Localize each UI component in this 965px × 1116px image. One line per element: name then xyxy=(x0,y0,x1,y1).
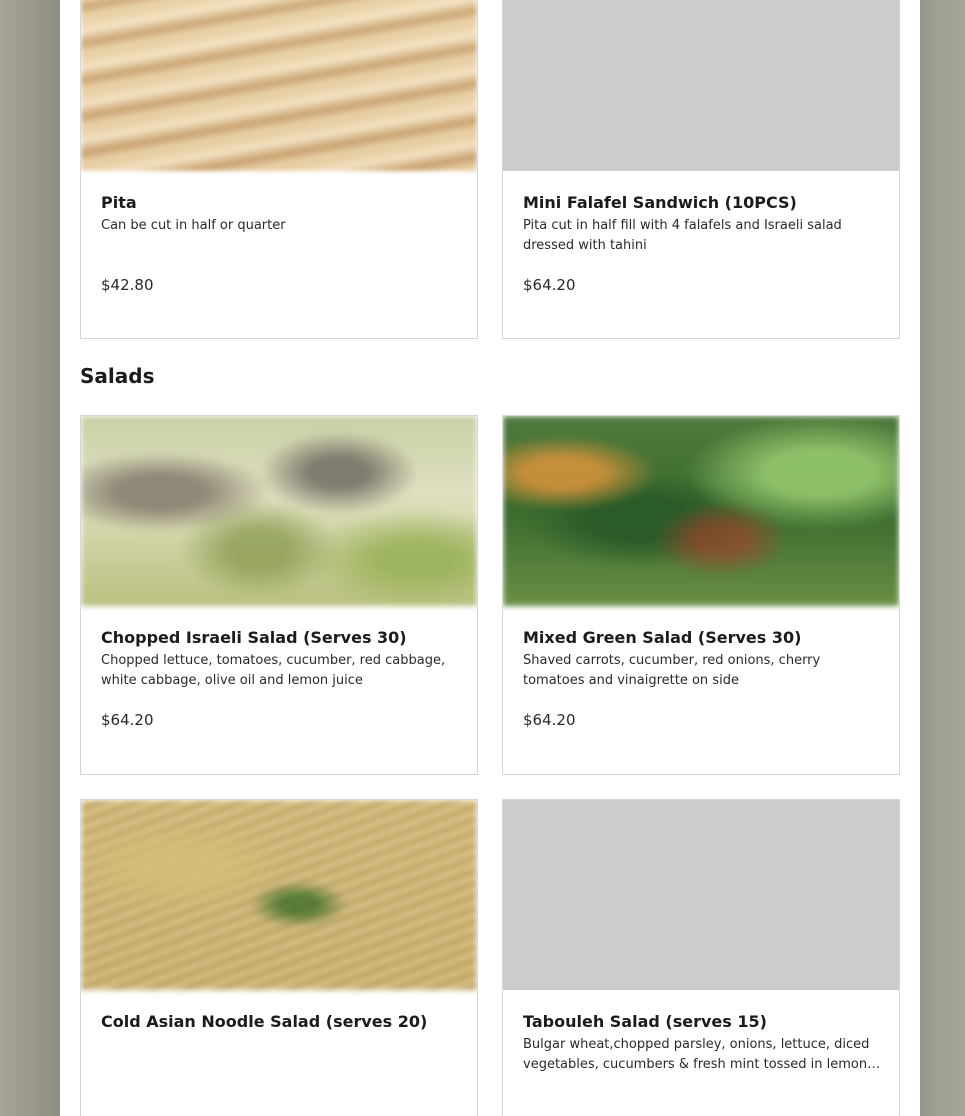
item-title: Chopped Israeli Salad (Serves 30) xyxy=(101,628,407,647)
item-price: $64.20 xyxy=(523,711,576,729)
menu-item-card[interactable]: Mini Falafel Sandwich (10PCS) Pita cut i… xyxy=(502,0,900,339)
item-description: Chopped lettuce, tomatoes, cucumber, red… xyxy=(101,653,446,688)
menu-item-card[interactable]: Cold Asian Noodle Salad (serves 20) xyxy=(80,799,478,1116)
item-description: Pita cut in half fill with 4 falafels an… xyxy=(523,218,842,253)
section-title: Salads xyxy=(80,364,155,388)
noodle-salad-image xyxy=(81,800,477,990)
item-title: Mixed Green Salad (Serves 30) xyxy=(523,628,802,647)
pita-image xyxy=(81,0,477,171)
item-description: Shaved carrots, cucumber, red onions, ch… xyxy=(523,653,821,688)
israeli-salad-image xyxy=(81,416,477,606)
item-title: Cold Asian Noodle Salad (serves 20) xyxy=(101,1012,428,1031)
item-description: Bulgar wheat,chopped parsley, onions, le… xyxy=(523,1037,870,1072)
mixed-green-salad-image xyxy=(503,416,899,606)
item-description: Can be cut in half or quarter xyxy=(101,218,286,233)
item-price: $64.20 xyxy=(523,276,576,294)
menu-item-card[interactable]: Chopped Israeli Salad (Serves 30) Choppe… xyxy=(80,415,478,775)
image-placeholder xyxy=(503,800,899,990)
item-title: Mini Falafel Sandwich (10PCS) xyxy=(523,193,797,212)
item-title: Tabouleh Salad (serves 15) xyxy=(523,1012,767,1031)
menu-item-card[interactable]: Tabouleh Salad (serves 15) Bulgar wheat,… xyxy=(502,799,900,1116)
image-placeholder xyxy=(503,0,899,171)
item-price: $64.20 xyxy=(101,711,154,729)
item-title: Pita xyxy=(101,193,137,212)
menu-item-card[interactable]: Pita Can be cut in half or quarter $42.8… xyxy=(80,0,478,339)
item-price: $42.80 xyxy=(101,276,154,294)
menu-item-card[interactable]: Mixed Green Salad (Serves 30) Shaved car… xyxy=(502,415,900,775)
